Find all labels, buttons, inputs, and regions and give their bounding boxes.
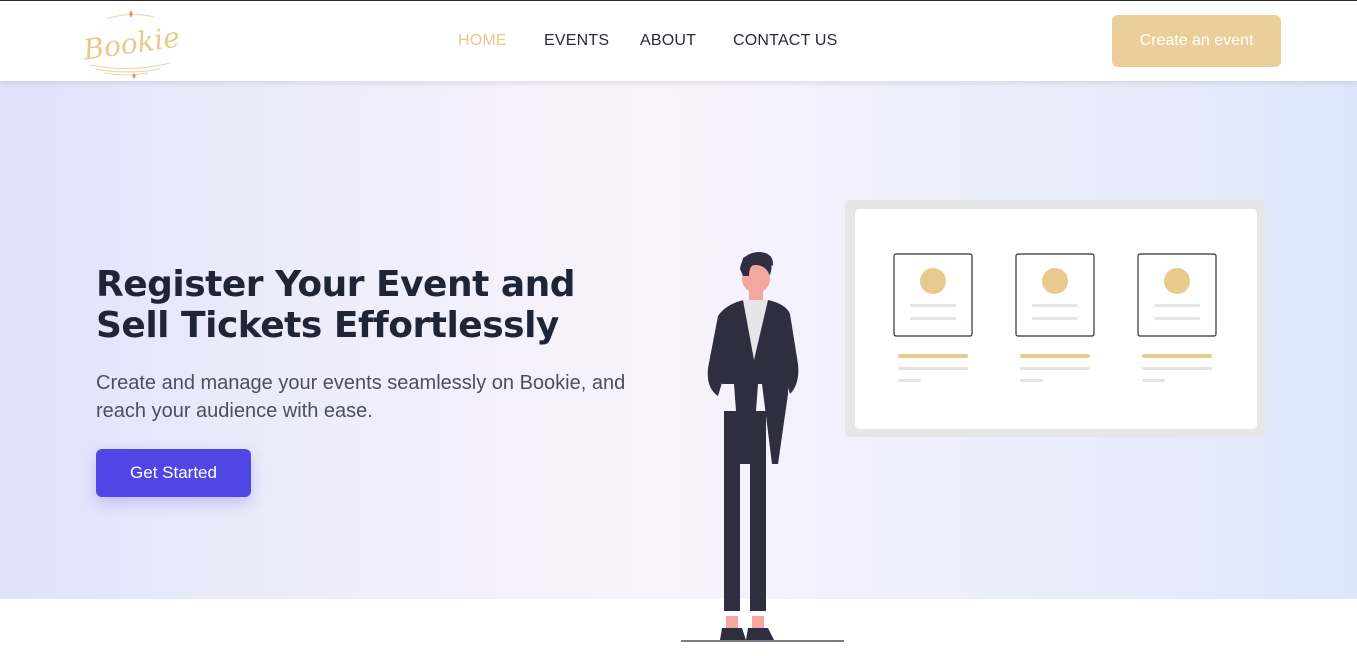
create-event-button[interactable]: Create an event xyxy=(1112,15,1281,67)
nav-item-events[interactable]: EVENTS xyxy=(544,32,609,50)
hero-subtitle: Create and manage your events seamlessly… xyxy=(96,372,626,422)
hero-title: Register Your Event and Sell Tickets Eff… xyxy=(96,264,576,346)
standing-person xyxy=(707,252,799,640)
nav-item-home[interactable]: HOME xyxy=(458,32,507,50)
hero-section: Register Your Event and Sell Tickets Eff… xyxy=(0,81,1357,642)
nav-item-contact-us[interactable]: CONTACT US xyxy=(733,32,838,50)
nav-item-about[interactable]: ABOUT xyxy=(640,32,696,50)
person-with-event-board-illustration xyxy=(681,200,1265,642)
event-board xyxy=(845,200,1265,437)
bookie-logo[interactable]: Bookie xyxy=(76,7,186,79)
site-header: Bookie HOME EVENTS ABOUT CONTACT US Crea… xyxy=(0,1,1357,81)
get-started-button[interactable]: Get Started xyxy=(96,449,251,497)
logo-text: Bookie xyxy=(80,20,181,66)
